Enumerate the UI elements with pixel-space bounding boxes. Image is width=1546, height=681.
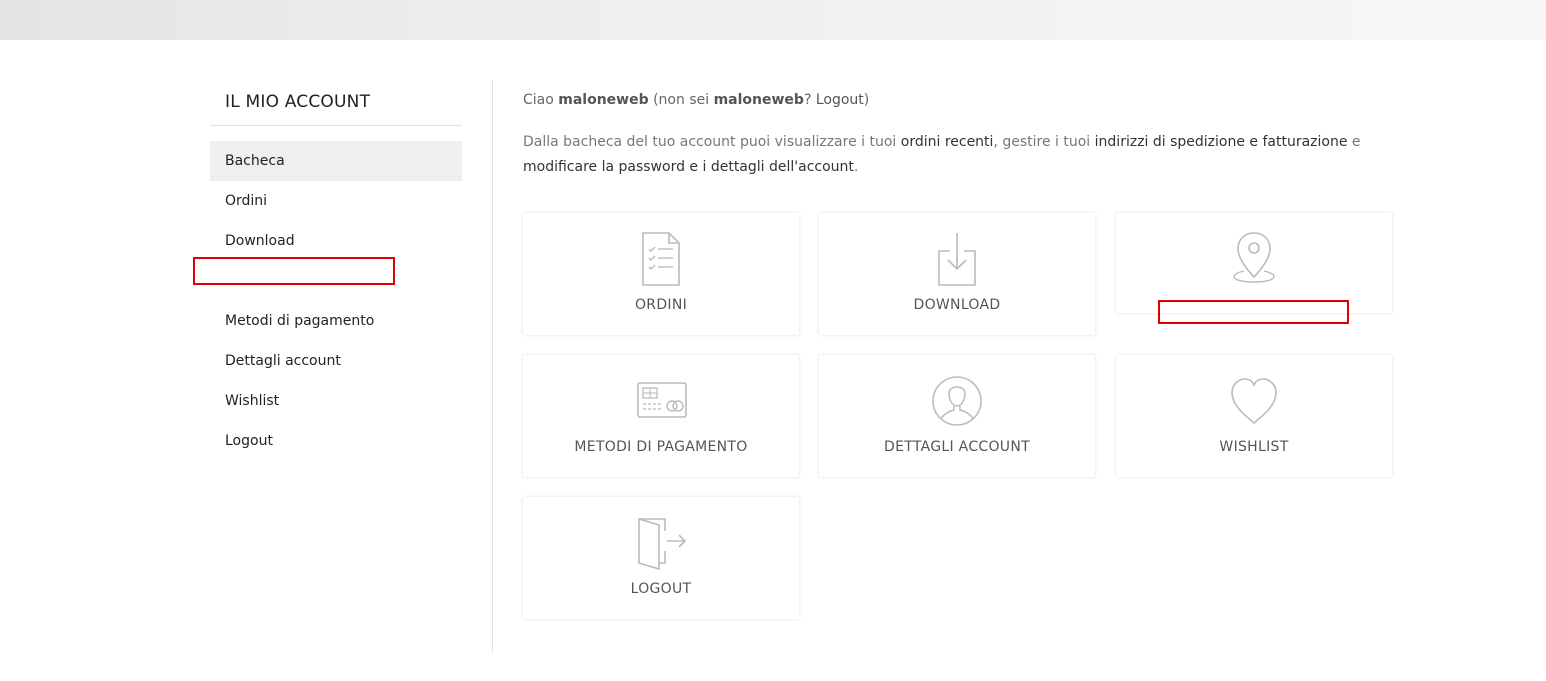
tile-metodi-pagamento[interactable]: METODI DI PAGAMENTO [523,355,799,477]
tile-addresses[interactable] [1116,213,1392,313]
tile-label: METODI DI PAGAMENTO [574,439,748,455]
greeting-middle: (non sei [648,92,714,108]
location-pin-icon [1233,232,1275,283]
greeting: Ciao maloneweb (non sei maloneweb? Logou… [523,88,1403,113]
nav-item-dettagli-account[interactable]: Dettagli account [210,341,462,381]
nav-item-bacheca[interactable]: Bacheca [210,141,462,181]
tile-wishlist[interactable]: WISHLIST [1116,355,1392,477]
tile-download[interactable]: DOWNLOAD [819,213,1095,335]
nav-item-wishlist[interactable]: Wishlist [210,381,462,421]
greeting-logout-link[interactable]: Logout [816,92,864,108]
tile-label: ORDINI [634,297,688,313]
recent-orders-link[interactable]: ordini recenti [901,134,994,150]
greeting-username-2: maloneweb [713,92,804,108]
tile-logout[interactable]: LOGOUT [523,497,799,619]
tile-label: DETTAGLI ACCOUNT [884,439,1030,455]
addresses-link[interactable]: indirizzi di spedizione e fatturazione [1095,134,1348,150]
account-nav: Bacheca Ordini Download Metodi di pagame… [210,141,462,461]
logout-door-icon [638,517,687,571]
intro-text-2: , gestire i tuoi [993,134,1095,150]
nav-item-metodi-pagamento[interactable]: Metodi di pagamento [210,301,462,341]
edit-account-link[interactable]: modificare la password e i dettagli dell… [523,159,854,175]
heart-icon [1231,378,1277,425]
tile-label: WISHLIST [1219,439,1289,455]
intro-text-1: Dalla bacheca del tuo account puoi visua… [523,134,901,150]
account-sidebar: IL MIO ACCOUNT Bacheca Ordini Download M… [210,80,462,461]
tile-label: LOGOUT [630,581,692,597]
greeting-username: maloneweb [558,92,649,108]
nav-item-ordini[interactable]: Ordini [210,181,462,221]
intro-text-3: e [1347,134,1361,150]
vertical-divider [492,80,493,652]
credit-card-icon [637,382,687,418]
dashboard-intro: Dalla bacheca del tuo account puoi visua… [523,130,1403,180]
tile-label: DOWNLOAD [913,297,1001,313]
sidebar-title: IL MIO ACCOUNT [210,80,462,126]
nav-item-logout[interactable]: Logout [210,421,462,461]
tile-dettagli-account[interactable]: DETTAGLI ACCOUNT [819,355,1095,477]
download-icon [938,233,976,286]
greeting-question: ? [803,92,816,108]
intro-text-4: . [853,159,859,175]
nav-item-addresses[interactable] [210,261,462,301]
dashboard-content: Ciao maloneweb (non sei maloneweb? Logou… [523,88,1403,619]
greeting-prefix: Ciao [523,92,559,108]
nav-item-download[interactable]: Download [210,221,462,261]
user-icon [932,376,982,426]
tile-ordini[interactable]: ORDINI [523,213,799,335]
orders-icon [642,232,680,286]
greeting-suffix: ) [863,92,870,108]
top-banner [0,0,1546,40]
